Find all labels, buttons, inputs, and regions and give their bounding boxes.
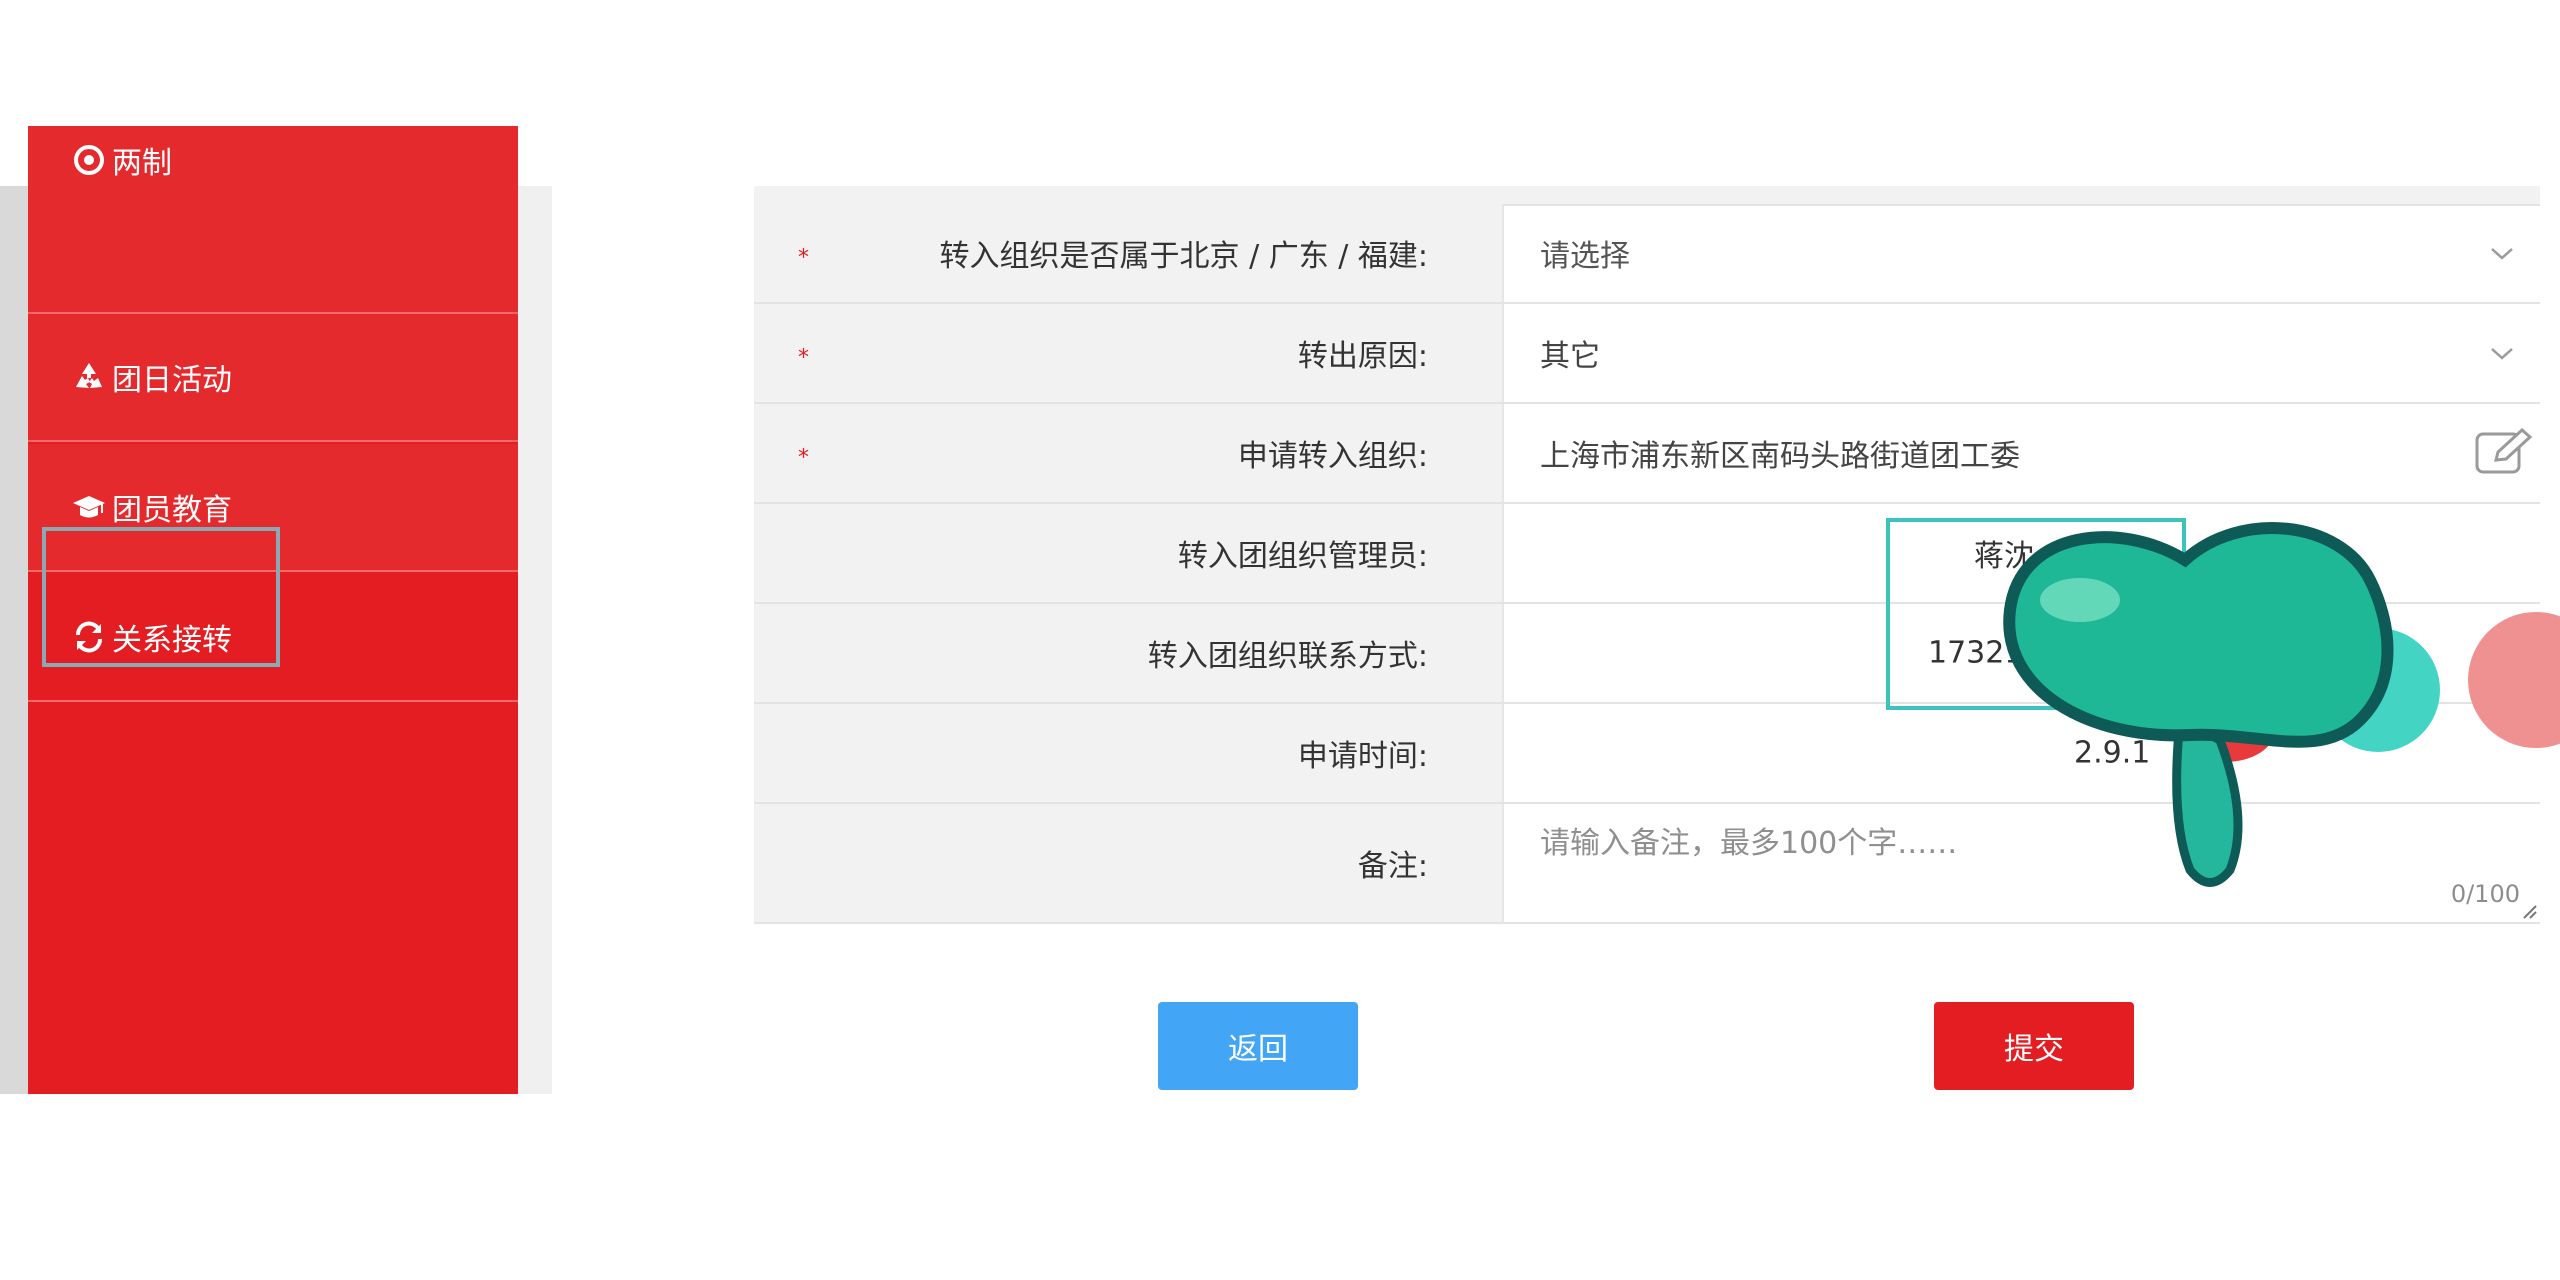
form-label-cell: * 申请转入组织: bbox=[754, 404, 1504, 502]
form-label-cell: 申请时间: bbox=[754, 704, 1504, 802]
chevron-down-icon bbox=[2491, 348, 2513, 360]
admin-contact-highlight bbox=[1886, 518, 2186, 710]
select-value: 其它 bbox=[1540, 339, 1600, 374]
target-org-value: 上海市浦东新区南码头路街道团工委 bbox=[1540, 439, 2020, 474]
chevron-down-icon bbox=[2491, 248, 2513, 260]
sidebar-gutter bbox=[0, 186, 28, 1094]
form-label-cell: 转入团组织管理员: bbox=[754, 504, 1504, 602]
target-org-field[interactable]: 上海市浦东新区南码头路街道团工委 bbox=[1504, 404, 2540, 502]
form-row-reason: * 转出原因: 其它 bbox=[754, 304, 2540, 404]
form-label-cell: * 转入组织是否属于北京 / 广东 / 福建: bbox=[754, 204, 1504, 302]
active-item-highlight bbox=[42, 527, 280, 667]
apply-time-value: 2.9.1 bbox=[2074, 735, 2151, 771]
sidebar-item-liangzhi[interactable]: 两制 bbox=[28, 126, 518, 314]
form-row-remark: 备注: 0/100 bbox=[754, 804, 2540, 924]
resize-grip-icon[interactable] bbox=[2520, 902, 2538, 920]
form-label-cell: 备注: bbox=[754, 804, 1504, 922]
sidebar-item-label: 团员教育 bbox=[112, 493, 232, 528]
form-row-admin: 转入团组织管理员: 蒋沈 bbox=[754, 504, 2540, 604]
required-mark: * bbox=[798, 245, 809, 271]
recycle-icon bbox=[72, 360, 106, 394]
form-row-region: * 转入组织是否属于北京 / 广东 / 福建: 请选择 bbox=[754, 204, 2540, 304]
form-top-strip bbox=[754, 186, 2540, 206]
form-row-target-org: * 申请转入组织: 上海市浦东新区南码头路街道团工委 bbox=[754, 404, 2540, 504]
remark-textarea[interactable] bbox=[1504, 804, 2540, 922]
reason-select[interactable]: 其它 bbox=[1504, 304, 2540, 402]
region-select[interactable]: 请选择 bbox=[1504, 204, 2540, 302]
target-icon bbox=[72, 143, 106, 177]
apply-time-cell: 2.9.1 bbox=[1504, 704, 2540, 802]
select-value: 请选择 bbox=[1540, 239, 1630, 274]
form-label: 转入团组织管理员: bbox=[1177, 539, 1428, 574]
form-label: 转入团组织联系方式: bbox=[1147, 639, 1428, 674]
form-label: 申请时间: bbox=[1297, 739, 1428, 774]
form-row-apply-time: 申请时间: 2.9.1 bbox=[754, 704, 2540, 804]
sidebar-item-tuanri-activity[interactable]: 团日活动 bbox=[28, 314, 518, 442]
back-button[interactable]: 返回 bbox=[1158, 1002, 1358, 1090]
form-label: 转入组织是否属于北京 / 广东 / 福建: bbox=[939, 239, 1428, 274]
form-label: 申请转入组织: bbox=[1237, 439, 1428, 474]
sidebar-item-label: 团日活动 bbox=[112, 363, 232, 398]
transfer-form: * 转入组织是否属于北京 / 广东 / 福建: 请选择 * 转出原因: 其它 *… bbox=[754, 186, 2540, 924]
edit-icon[interactable] bbox=[2474, 428, 2536, 478]
submit-button[interactable]: 提交 bbox=[1934, 1002, 2134, 1090]
sidebar-item-label: 两制 bbox=[112, 146, 172, 181]
remark-cell: 0/100 bbox=[1504, 804, 2540, 922]
sidebar-edge bbox=[518, 186, 552, 1094]
graduation-cap-icon bbox=[72, 490, 106, 524]
form-row-contact: 转入团组织联系方式: 17321 bbox=[754, 604, 2540, 704]
form-label: 备注: bbox=[1357, 849, 1428, 884]
char-counter: 0/100 bbox=[2450, 880, 2520, 908]
form-label-cell: * 转出原因: bbox=[754, 304, 1504, 402]
required-mark: * bbox=[798, 445, 809, 471]
form-label-cell: 转入团组织联系方式: bbox=[754, 604, 1504, 702]
required-mark: * bbox=[798, 345, 809, 371]
form-label: 转出原因: bbox=[1297, 339, 1428, 374]
